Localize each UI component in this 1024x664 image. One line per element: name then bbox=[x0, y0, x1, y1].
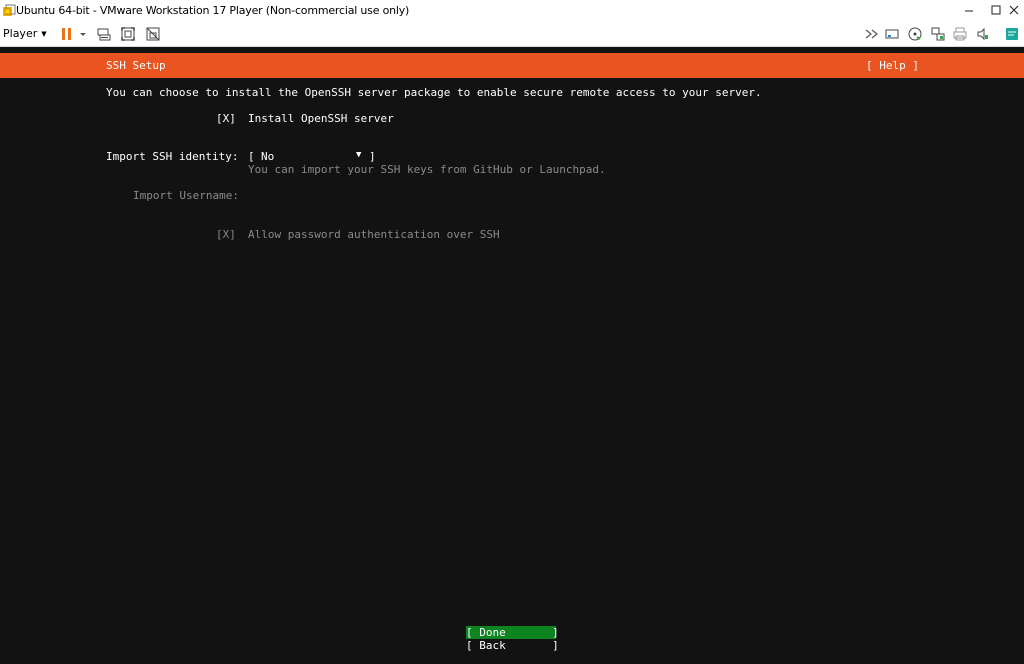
player-menu-label: Player bbox=[3, 27, 38, 40]
player-menu-button[interactable]: Player ▼ bbox=[3, 27, 47, 40]
window-title: Ubuntu 64-bit - VMware Workstation 17 Pl… bbox=[16, 4, 410, 17]
unity-icon[interactable] bbox=[144, 25, 162, 43]
send-ctrl-alt-del-icon[interactable] bbox=[95, 25, 113, 43]
pause-icon[interactable] bbox=[58, 25, 76, 43]
import-ssh-help-text: You can import your SSH keys from GitHub… bbox=[248, 163, 606, 176]
vm-console[interactable]: SSH Setup [ Help ] You can choose to ins… bbox=[0, 47, 1024, 664]
install-openssh-checkbox[interactable]: [X] bbox=[216, 112, 236, 125]
dropdown-icon[interactable] bbox=[77, 25, 89, 43]
removable-device-icon[interactable] bbox=[883, 25, 901, 43]
install-openssh-label[interactable]: Install OpenSSH server bbox=[248, 112, 394, 125]
allow-password-checkbox[interactable]: [X] bbox=[216, 228, 236, 241]
cd-dvd-icon[interactable] bbox=[906, 25, 924, 43]
close-icon[interactable] bbox=[1003, 0, 1024, 22]
import-username-label: Import Username: bbox=[133, 189, 239, 202]
sound-icon[interactable] bbox=[974, 25, 992, 43]
help-button[interactable]: [ Help ] bbox=[866, 59, 919, 72]
ssh-description: You can choose to install the OpenSSH se… bbox=[106, 86, 762, 99]
window-titlebar: Ubuntu 64-bit - VMware Workstation 17 Pl… bbox=[0, 0, 1024, 22]
fit-guest-icon[interactable] bbox=[119, 25, 137, 43]
vmware-toolbar: Player ▼ bbox=[0, 22, 1024, 47]
select-arrow-icon[interactable]: ▼ bbox=[356, 150, 361, 160]
network-icon[interactable] bbox=[929, 25, 947, 43]
done-button[interactable]: [ Done ] bbox=[466, 626, 559, 639]
import-ssh-identity-label: Import SSH identity: bbox=[106, 150, 239, 163]
import-select-close-bracket[interactable]: ] bbox=[369, 150, 376, 163]
chevron-down-icon: ▼ bbox=[41, 30, 47, 38]
printer-icon[interactable] bbox=[951, 25, 969, 43]
allow-password-label[interactable]: Allow password authentication over SSH bbox=[248, 228, 500, 241]
minimize-icon[interactable] bbox=[958, 0, 980, 22]
vmware-app-icon bbox=[2, 3, 16, 17]
forward-icon[interactable] bbox=[863, 25, 881, 43]
page-title: SSH Setup bbox=[106, 59, 166, 72]
import-ssh-identity-select[interactable]: No bbox=[261, 150, 274, 163]
installer-header: SSH Setup [ Help ] bbox=[0, 53, 1024, 78]
message-log-icon[interactable] bbox=[1003, 25, 1021, 43]
back-button[interactable]: [ Back ] bbox=[466, 639, 559, 652]
import-select-open-bracket[interactable]: [ bbox=[248, 150, 255, 163]
